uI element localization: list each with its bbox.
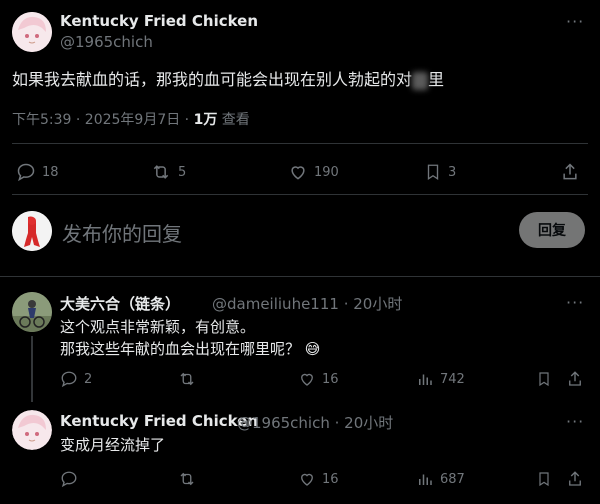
reply1-reply-count: 2 bbox=[84, 371, 93, 387]
sweat-smile-emoji: 😅 bbox=[304, 340, 321, 358]
reply-button[interactable]: 回复 bbox=[519, 212, 585, 248]
more-dots-icon[interactable]: ··· bbox=[566, 12, 584, 31]
reply1-text: 这个观点非常新颖，有创意。 那我这些年献的血会出现在哪里呢？ 😅 bbox=[60, 316, 320, 360]
reply2-bookmark-action[interactable] bbox=[536, 470, 552, 488]
retweet-icon bbox=[180, 472, 194, 486]
reply2-like-count: 16 bbox=[322, 471, 339, 487]
divider bbox=[12, 194, 588, 195]
post-text: 如果我去献血的话，那我的血可能会出现在别人勃起的对里 bbox=[12, 66, 444, 90]
reply-action[interactable]: 18 bbox=[16, 162, 59, 182]
reply2-views-count: 687 bbox=[440, 471, 465, 487]
views-icon bbox=[419, 474, 432, 485]
reply-icon bbox=[17, 163, 35, 182]
post-text-part1: 如果我去献血的话，那我的血可能会出现在别人勃起的对 bbox=[12, 70, 413, 89]
reply-icon bbox=[61, 471, 77, 488]
reply1-views-count: 742 bbox=[440, 371, 465, 387]
like-count: 190 bbox=[314, 164, 339, 180]
reply2-views-action[interactable]: 687 bbox=[416, 470, 465, 488]
bookmark-icon bbox=[539, 372, 549, 387]
author-handle[interactable]: @1965chich bbox=[60, 33, 153, 51]
post-text-part2: 里 bbox=[428, 70, 445, 89]
retweet-action[interactable]: 5 bbox=[150, 162, 186, 182]
redacted-blur bbox=[412, 71, 429, 90]
reply1-like-action[interactable]: 16 bbox=[298, 370, 339, 388]
heart-icon bbox=[301, 473, 313, 486]
reply1-views-action[interactable]: 742 bbox=[416, 370, 465, 388]
heart-icon bbox=[291, 166, 305, 180]
views-count: 1万 bbox=[193, 112, 218, 128]
views-label: 查看 bbox=[221, 112, 250, 128]
bookmark-count: 3 bbox=[448, 164, 457, 180]
reply2-reply-action[interactable] bbox=[60, 470, 78, 488]
retweet-icon bbox=[153, 165, 169, 179]
reply1-bookmark-action[interactable] bbox=[536, 370, 552, 388]
reply-count: 18 bbox=[42, 164, 59, 180]
like-action[interactable]: 190 bbox=[288, 162, 339, 182]
reply1-avatar[interactable] bbox=[12, 292, 52, 332]
reply2-retweet-action[interactable] bbox=[177, 470, 197, 488]
reply2-avatar[interactable] bbox=[12, 410, 52, 450]
reply2-text: 变成月经流掉了 bbox=[60, 436, 166, 454]
reply2-like-action[interactable]: 16 bbox=[298, 470, 339, 488]
reply2-share-action[interactable] bbox=[566, 470, 584, 488]
thread-line bbox=[31, 336, 33, 402]
views-icon bbox=[419, 374, 432, 385]
share-icon bbox=[569, 371, 581, 386]
more-dots-icon[interactable]: ··· bbox=[566, 293, 584, 312]
reply1-line2: 那我这些年献的血会出现在哪里呢？ bbox=[60, 340, 301, 358]
heart-icon bbox=[301, 373, 313, 386]
divider bbox=[0, 276, 600, 277]
author-name[interactable]: Kentucky Fried Chicken bbox=[60, 12, 258, 30]
reply2-handle[interactable]: @1965chich · 20小时 bbox=[237, 412, 393, 433]
share-icon bbox=[563, 163, 577, 180]
reply2-author-name[interactable]: Kentucky Fried Chicken bbox=[60, 412, 258, 430]
reply1-reply-action[interactable]: 2 bbox=[60, 370, 92, 388]
retweet-icon bbox=[180, 372, 194, 386]
reply1-handle[interactable]: @dameiliuhe111 · 20小时 bbox=[212, 293, 402, 314]
divider bbox=[12, 143, 588, 144]
more-dots-icon[interactable]: ··· bbox=[566, 412, 584, 431]
bookmark-action[interactable]: 3 bbox=[424, 162, 456, 182]
reply-icon bbox=[61, 371, 77, 388]
author-avatar[interactable] bbox=[12, 12, 52, 52]
reply1-retweet-action[interactable] bbox=[177, 370, 197, 388]
reply-input[interactable]: 发布你的回复 bbox=[62, 218, 182, 247]
reply1-author-name[interactable]: 大美六合（链条） bbox=[60, 293, 180, 314]
bookmark-icon bbox=[539, 472, 549, 487]
reply1-like-count: 16 bbox=[322, 371, 339, 387]
share-icon bbox=[569, 471, 581, 486]
reply1-share-action[interactable] bbox=[566, 370, 584, 388]
my-avatar[interactable] bbox=[12, 211, 52, 251]
post-time[interactable]: 下午5:39 · 2025年9月7日 · bbox=[12, 112, 189, 128]
post-meta: 下午5:39 · 2025年9月7日 · 1万 查看 bbox=[12, 109, 250, 129]
bookmark-icon bbox=[427, 164, 439, 181]
reply1-line1: 这个观点非常新颖，有创意。 bbox=[60, 318, 256, 336]
share-action[interactable] bbox=[560, 162, 580, 182]
retweet-count: 5 bbox=[178, 164, 187, 180]
